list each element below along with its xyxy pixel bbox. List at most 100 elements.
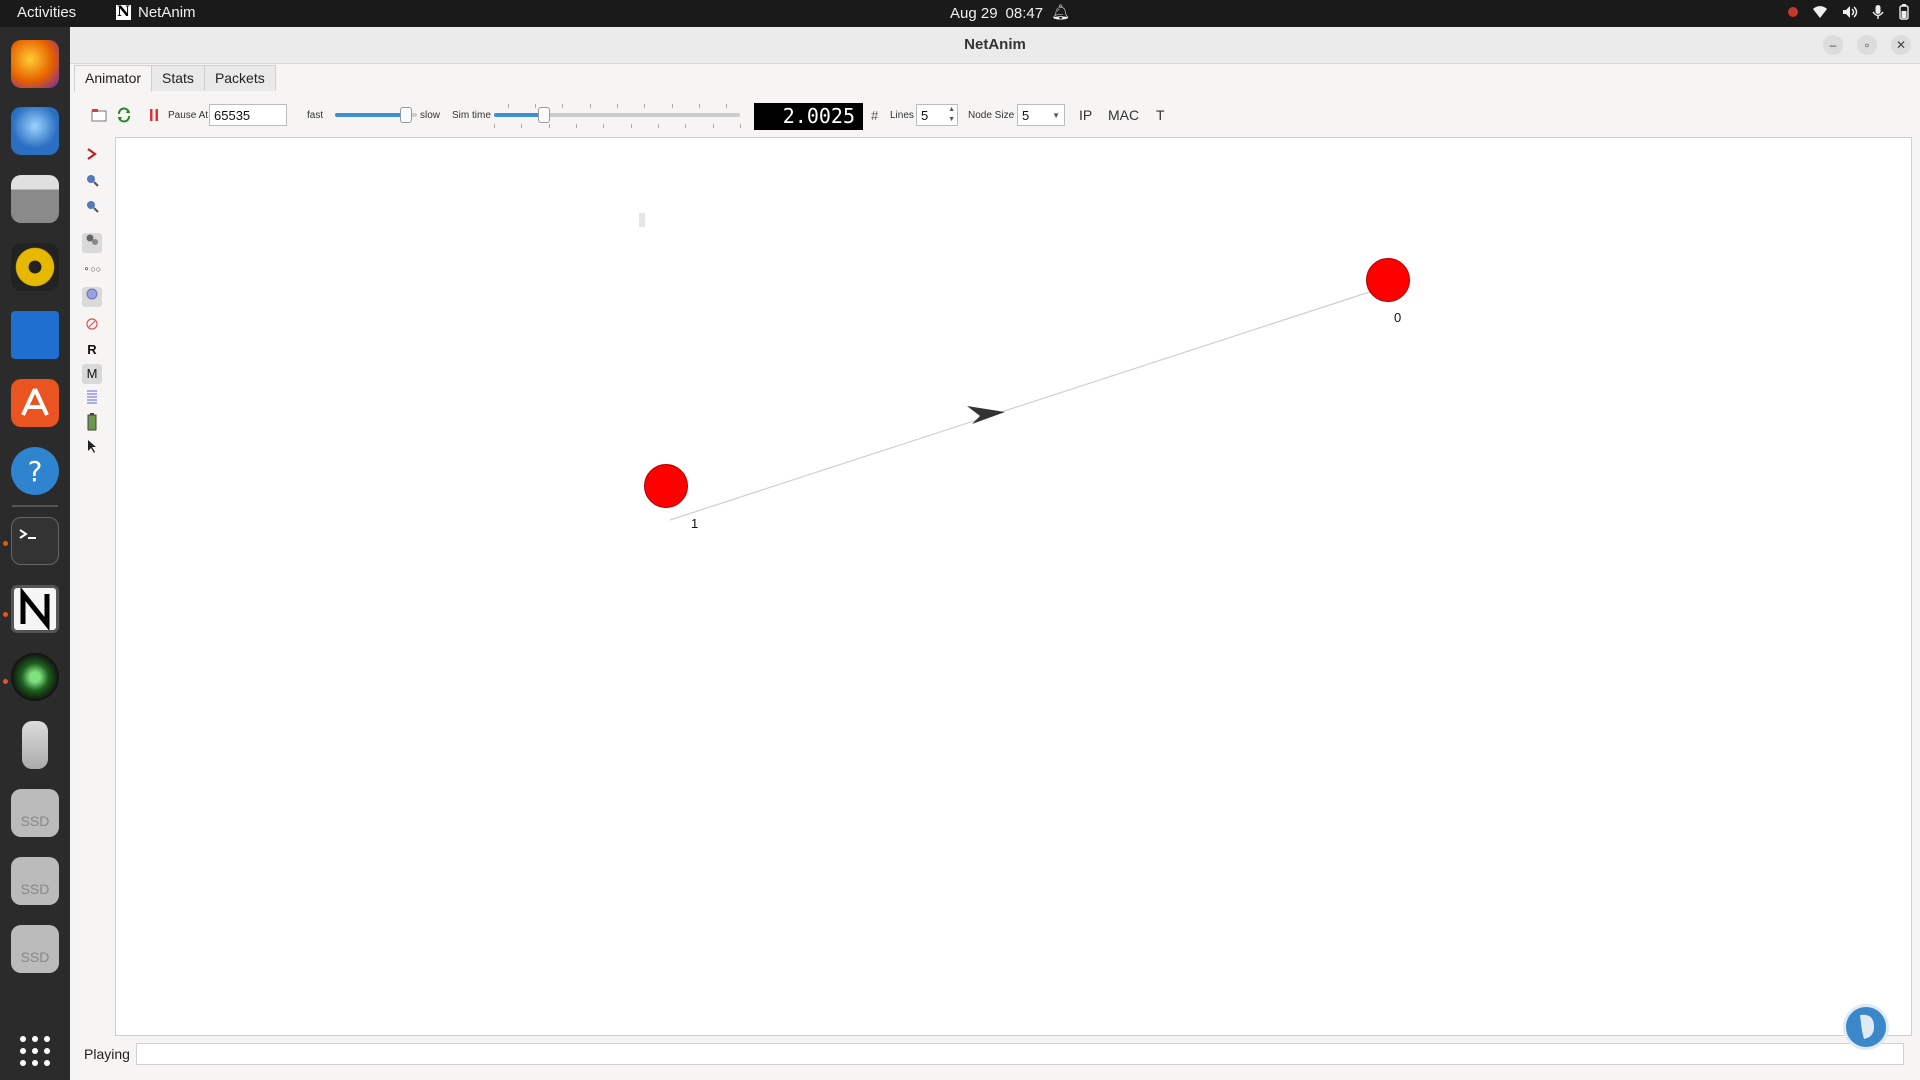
no-entry-icon[interactable]	[82, 316, 102, 336]
clock-date: Aug 29	[950, 4, 998, 22]
ssd-drive-icon[interactable]: SSD	[11, 789, 59, 837]
node-size-value: 5	[1022, 108, 1030, 123]
minimize-button[interactable]: –	[1823, 35, 1843, 55]
slow-label: slow	[420, 109, 441, 121]
slider-tick	[508, 104, 509, 108]
pause-icon[interactable]	[149, 101, 159, 129]
files-icon[interactable]	[11, 175, 59, 223]
spin-arrows-icon[interactable]: ▲ ▼	[948, 105, 955, 125]
firefox-icon[interactable]	[11, 40, 59, 88]
slider-tick	[713, 124, 714, 128]
slider-tick	[658, 124, 659, 128]
wireless-circles-icon[interactable]	[82, 287, 102, 307]
ssd-label: SSD	[20, 949, 50, 965]
software-center-icon[interactable]	[11, 379, 59, 427]
pointer-icon[interactable]	[82, 437, 102, 457]
mobility-button[interactable]: M	[82, 364, 102, 384]
lines-spinbox[interactable]: 5 ▲ ▼	[916, 104, 958, 126]
node-size-label: Node Size	[968, 109, 1015, 121]
open-file-icon[interactable]	[91, 101, 107, 129]
slider-tick	[631, 124, 632, 128]
expand-arrow-icon[interactable]	[82, 147, 102, 167]
slider-tick	[672, 104, 673, 108]
slider-tick	[644, 104, 645, 108]
thunderbird-icon[interactable]	[11, 107, 59, 155]
show-apps-grid-icon[interactable]	[11, 1027, 59, 1075]
sim-time-slider[interactable]	[494, 104, 741, 128]
ssd-drive-icon[interactable]: SSD	[11, 857, 59, 905]
node-size-select[interactable]: 5 ▼	[1017, 104, 1065, 126]
rhythmbox-icon[interactable]	[11, 243, 59, 291]
assistant-bubble-icon[interactable]	[1843, 1004, 1889, 1050]
t-button[interactable]: T	[1156, 101, 1165, 129]
slider-tick	[685, 124, 686, 128]
terminal-icon[interactable]	[11, 517, 59, 565]
node-0-label: 0	[1394, 310, 1402, 325]
zoom-out-icon[interactable]	[82, 199, 102, 219]
node-1[interactable]	[644, 464, 688, 508]
animation-canvas[interactable]: 0 1	[115, 137, 1912, 1036]
title-bar[interactable]: NetAnim – ▫ ✕	[70, 27, 1920, 64]
slider-tick	[726, 104, 727, 108]
ssd-label: SSD	[20, 813, 50, 829]
libreoffice-writer-icon[interactable]	[11, 311, 59, 359]
status-bar: Playing	[84, 1043, 130, 1065]
status-label: Playing	[84, 1046, 130, 1062]
tab-packets[interactable]: Packets	[203, 65, 276, 91]
node-0[interactable]	[1366, 258, 1410, 302]
ssd-label: SSD	[20, 881, 50, 897]
close-button[interactable]: ✕	[1891, 35, 1911, 55]
slider-tick	[617, 104, 618, 108]
clock[interactable]: Aug 29 08:47 🔔︎	[950, 4, 1070, 22]
slider-tick	[699, 104, 700, 108]
tab-stats[interactable]: Stats	[151, 65, 205, 91]
status-field	[136, 1043, 1904, 1065]
slider-tick	[494, 124, 495, 128]
webcam-icon[interactable]	[11, 653, 59, 701]
tab-bar: Animator Stats Packets	[74, 65, 276, 92]
slider-tick	[562, 104, 563, 108]
activities-button[interactable]: Activities	[17, 4, 76, 21]
lines-label: Lines	[890, 109, 914, 121]
svg-text:?: ?	[28, 455, 43, 488]
help-icon[interactable]: ?	[11, 447, 59, 495]
netanim-app-icon: N	[116, 4, 131, 20]
playback-speed-slider[interactable]	[335, 107, 417, 123]
slider-tick	[549, 124, 550, 128]
maximize-button[interactable]: ▫	[1857, 35, 1877, 55]
mac-button[interactable]: MAC	[1108, 101, 1139, 129]
slider-tick	[603, 124, 604, 128]
node-description-icon[interactable]: ⚬○○	[82, 259, 102, 279]
app-menu[interactable]: N NetAnim	[116, 4, 196, 21]
slider-tick	[521, 124, 522, 128]
battery-icon	[1899, 4, 1909, 20]
microphone-icon	[1872, 5, 1884, 19]
grid-lines-icon[interactable]: #	[871, 101, 878, 129]
tab-animator[interactable]: Animator	[74, 65, 153, 92]
battery-level-icon[interactable]	[82, 413, 102, 433]
sim-time-label: Sim time	[452, 109, 491, 121]
screen-recording-icon[interactable]	[1788, 7, 1798, 17]
slider-tick	[535, 104, 536, 108]
fast-label: fast	[307, 109, 324, 121]
lines-value: 5	[921, 108, 929, 123]
link-layer	[669, 284, 1392, 521]
pause-at-input[interactable]: 65535	[209, 104, 287, 126]
clock-time: 08:47	[1005, 4, 1044, 22]
ip-button[interactable]: IP	[1079, 101, 1092, 129]
usb-drive-icon[interactable]	[22, 721, 48, 769]
system-tray[interactable]	[1788, 4, 1910, 20]
zoom-in-icon[interactable]	[82, 173, 102, 193]
netanim-window: NetAnim – ▫ ✕ Animator Stats Packets Pau…	[70, 27, 1920, 1080]
netanim-dock-icon[interactable]	[11, 585, 59, 633]
window-title: NetAnim	[964, 36, 1026, 53]
list-lines-icon[interactable]	[82, 389, 102, 409]
ssd-drive-icon[interactable]: SSD	[11, 925, 59, 973]
node-settings-icon[interactable]	[82, 233, 102, 253]
reload-icon[interactable]	[116, 101, 132, 129]
routing-button[interactable]: R	[82, 340, 102, 360]
notification-bell-icon: 🔔︎	[1051, 4, 1071, 21]
wifi-icon	[1813, 6, 1827, 18]
slider-tick	[740, 124, 741, 128]
dock: ? SSD SSD SSD	[0, 27, 70, 1080]
